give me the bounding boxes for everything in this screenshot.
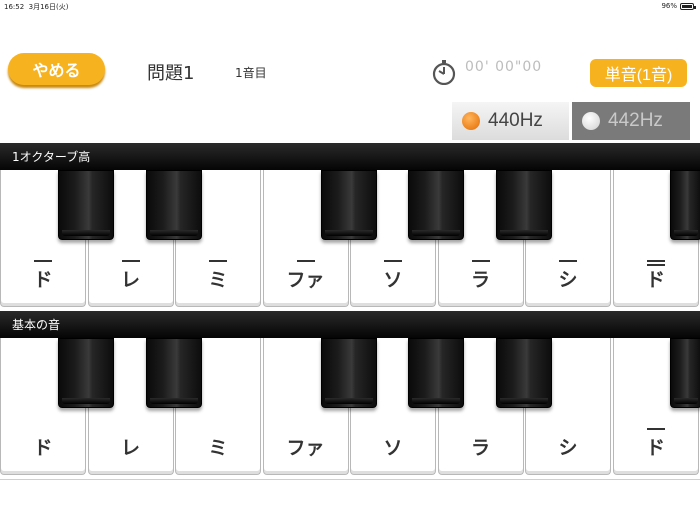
black-key[interactable]	[146, 338, 202, 408]
section-title: 1オクターブ高	[12, 150, 91, 164]
black-key[interactable]	[146, 170, 202, 240]
key-label: ソ	[383, 437, 403, 459]
date-text: 3月16日(火)	[28, 3, 69, 11]
question-title: 問題1	[147, 63, 195, 84]
key-label: ラ	[470, 437, 490, 459]
black-key[interactable]	[321, 170, 377, 240]
key-label: ソ	[383, 269, 403, 291]
radio-unselected-icon	[582, 112, 600, 130]
battery-percent: 96%	[661, 2, 677, 10]
key-label: シ	[558, 437, 578, 459]
section-header-high-octave: 1オクターブ高	[0, 143, 700, 170]
black-key[interactable]	[321, 338, 377, 408]
keyboard-basic: ド レ ミ ファ ソ ラ シ ド	[0, 338, 700, 478]
key-label: ド	[33, 269, 53, 291]
key-label: ラ	[470, 269, 490, 291]
black-key[interactable]	[408, 170, 464, 240]
note-index-label: 1音目	[235, 66, 267, 80]
key-label: ミ	[208, 437, 228, 459]
keyboard-high-octave: ド レ ミ ファ ソ ラ シ ド	[0, 170, 700, 310]
key-label: ド	[33, 437, 53, 459]
battery-icon	[680, 2, 696, 10]
key-label: ミ	[208, 269, 228, 291]
key-label: レ	[120, 437, 140, 459]
black-key[interactable]	[408, 338, 464, 408]
section-title: 基本の音	[12, 318, 61, 332]
key-label: ド	[645, 269, 665, 291]
tuning-442hz-button[interactable]: 442Hz	[572, 102, 690, 140]
tuning-440hz-button[interactable]: 440Hz	[452, 102, 569, 140]
stopwatch-icon	[432, 60, 456, 85]
key-label: ファ	[286, 269, 325, 291]
key-label: レ	[120, 269, 140, 291]
tuning-440hz-label: 440Hz	[488, 110, 543, 131]
black-key[interactable]	[58, 338, 114, 408]
black-key[interactable]	[58, 170, 114, 240]
section-header-basic: 基本の音	[0, 311, 700, 338]
status-bar: 16:52 3月16日(火) 96%	[0, 0, 700, 12]
black-key[interactable]	[670, 338, 700, 408]
clock-text: 16:52	[4, 3, 25, 11]
black-key[interactable]	[496, 170, 552, 240]
key-label: ファ	[286, 437, 325, 459]
tuning-442hz-label: 442Hz	[608, 110, 663, 131]
black-key[interactable]	[496, 338, 552, 408]
black-key[interactable]	[670, 170, 700, 240]
key-label: ド	[645, 437, 665, 459]
timer-readout: 00' 00"00	[465, 59, 543, 75]
mode-button[interactable]: 単音(1音)	[590, 59, 687, 87]
key-label: シ	[558, 269, 578, 291]
radio-selected-icon	[462, 112, 480, 130]
divider	[0, 479, 700, 480]
battery-status: 96%	[661, 2, 696, 10]
quit-button[interactable]: やめる	[8, 53, 105, 85]
status-time: 16:52 3月16日(火)	[4, 2, 68, 12]
